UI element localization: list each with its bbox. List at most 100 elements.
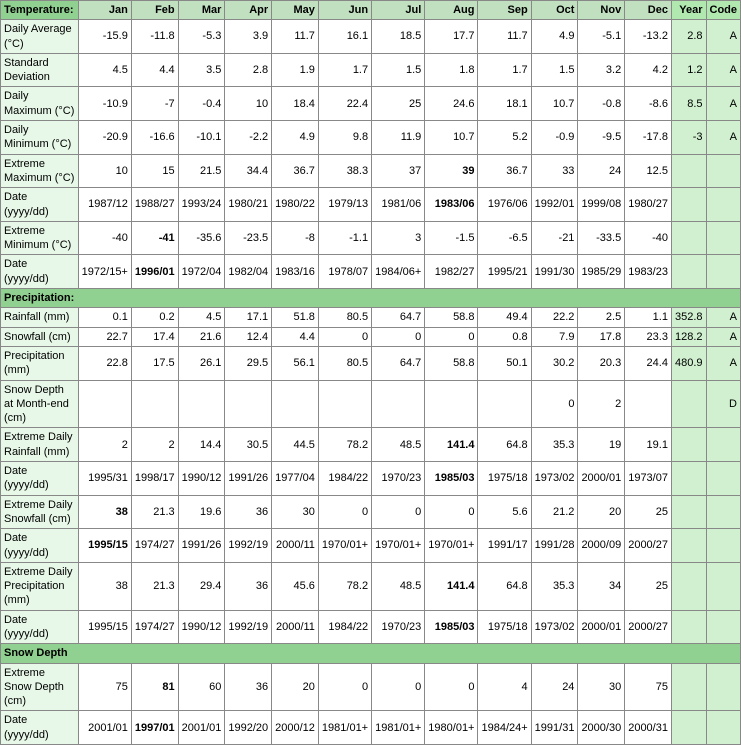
data-cell: -13.2 [625, 20, 672, 54]
data-cell: 1984/06+ [372, 255, 425, 289]
data-cell: 5.2 [478, 121, 531, 155]
data-cell: 4.5 [78, 53, 131, 87]
data-cell: 1995/31 [78, 462, 131, 496]
data-cell: 24 [531, 663, 578, 711]
data-cell: 0 [372, 495, 425, 529]
data-cell: 58.8 [425, 346, 478, 380]
data-cell: 17.1 [225, 308, 272, 327]
data-cell: 1.2 [671, 53, 706, 87]
data-cell: 1991/28 [531, 529, 578, 563]
data-cell: 4 [478, 663, 531, 711]
data-cell [671, 711, 706, 745]
data-cell: 1981/01+ [372, 711, 425, 745]
col-header-oct: Oct [531, 1, 578, 20]
data-cell: 15 [131, 154, 178, 188]
data-cell: 30 [272, 495, 319, 529]
data-cell: 1983/23 [625, 255, 672, 289]
data-cell: 3.9 [225, 20, 272, 54]
col-header-code: Code [706, 1, 741, 20]
data-cell: 1.9 [272, 53, 319, 87]
data-cell: 1997/01 [131, 711, 178, 745]
data-cell: 141.4 [425, 428, 478, 462]
data-cell: 0 [318, 327, 371, 346]
data-cell: 1984/22 [318, 610, 371, 644]
data-cell: -16.6 [131, 121, 178, 155]
data-cell: 1985/03 [425, 462, 478, 496]
data-cell: 16.1 [318, 20, 371, 54]
data-cell: A [706, 308, 741, 327]
data-cell: -0.4 [178, 87, 225, 121]
table-row: Date (yyyy/dd)1995/151974/271991/261992/… [1, 529, 741, 563]
data-cell: -23.5 [225, 221, 272, 255]
data-cell: 14.4 [178, 428, 225, 462]
data-cell: 1995/21 [478, 255, 531, 289]
data-cell: 4.5 [178, 308, 225, 327]
data-cell: 30 [578, 663, 625, 711]
data-cell: 1992/01 [531, 188, 578, 222]
data-cell: 1.5 [372, 53, 425, 87]
data-cell: 33 [531, 154, 578, 188]
data-cell: 20 [578, 495, 625, 529]
data-cell: 22.4 [318, 87, 371, 121]
data-cell: -7 [131, 87, 178, 121]
row-label: Date (yyyy/dd) [1, 529, 79, 563]
data-cell: -20.9 [78, 121, 131, 155]
data-cell: 12.4 [225, 327, 272, 346]
data-cell: 20.3 [578, 346, 625, 380]
row-label: Date (yyyy/dd) [1, 610, 79, 644]
data-cell: 10 [225, 87, 272, 121]
data-cell [671, 188, 706, 222]
data-cell: 20 [272, 663, 319, 711]
data-cell: 11.7 [478, 20, 531, 54]
data-cell: 10.7 [425, 121, 478, 155]
data-cell: 56.1 [272, 346, 319, 380]
data-cell: 1985/03 [425, 610, 478, 644]
data-cell: 1980/01+ [425, 711, 478, 745]
row-label: Extreme Maximum (°C) [1, 154, 79, 188]
data-cell: 29.5 [225, 346, 272, 380]
row-label: Precipitation (mm) [1, 346, 79, 380]
data-cell: 51.8 [272, 308, 319, 327]
data-cell [671, 154, 706, 188]
data-cell: 0.1 [78, 308, 131, 327]
data-cell: 2001/01 [78, 711, 131, 745]
data-cell: 22.8 [78, 346, 131, 380]
data-cell: 1975/18 [478, 610, 531, 644]
section-header: Snow Depth [1, 644, 741, 663]
col-header-dec: Dec [625, 1, 672, 20]
data-cell: 1998/17 [131, 462, 178, 496]
row-label: Extreme Snow Depth (cm) [1, 663, 79, 711]
data-cell: 1975/18 [478, 462, 531, 496]
data-cell [671, 462, 706, 496]
data-cell: 58.8 [425, 308, 478, 327]
data-cell: 1995/15 [78, 529, 131, 563]
data-cell: -10.1 [178, 121, 225, 155]
table-row: Date (yyyy/dd)2001/011997/012001/011992/… [1, 711, 741, 745]
data-cell: 1996/01 [131, 255, 178, 289]
row-label: Snow Depth at Month-end (cm) [1, 380, 79, 428]
table-row: Extreme Daily Snowfall (cm)3821.319.6363… [1, 495, 741, 529]
table-row: Rainfall (mm)0.10.24.517.151.880.564.758… [1, 308, 741, 327]
data-cell: 22.2 [531, 308, 578, 327]
row-label: Rainfall (mm) [1, 308, 79, 327]
data-cell [706, 495, 741, 529]
data-cell [131, 380, 178, 428]
data-cell: 1992/20 [225, 711, 272, 745]
data-cell: 1992/19 [225, 610, 272, 644]
row-label: Date (yyyy/dd) [1, 255, 79, 289]
data-cell: 1980/27 [625, 188, 672, 222]
table-row: Extreme Daily Precipitation (mm)3821.329… [1, 562, 741, 610]
data-cell: 17.7 [425, 20, 478, 54]
data-cell: 39 [425, 154, 478, 188]
data-cell: -5.3 [178, 20, 225, 54]
data-cell: 1970/23 [372, 462, 425, 496]
table-row: Snow Depth at Month-end (cm)02D [1, 380, 741, 428]
data-cell: 1.7 [478, 53, 531, 87]
data-cell: -6.5 [478, 221, 531, 255]
data-cell: 48.5 [372, 562, 425, 610]
data-cell: 1992/19 [225, 529, 272, 563]
data-cell: 1.8 [425, 53, 478, 87]
data-cell: -10.9 [78, 87, 131, 121]
data-cell: 75 [78, 663, 131, 711]
table-row: Daily Maximum (°C)-10.9-7-0.41018.422.42… [1, 87, 741, 121]
